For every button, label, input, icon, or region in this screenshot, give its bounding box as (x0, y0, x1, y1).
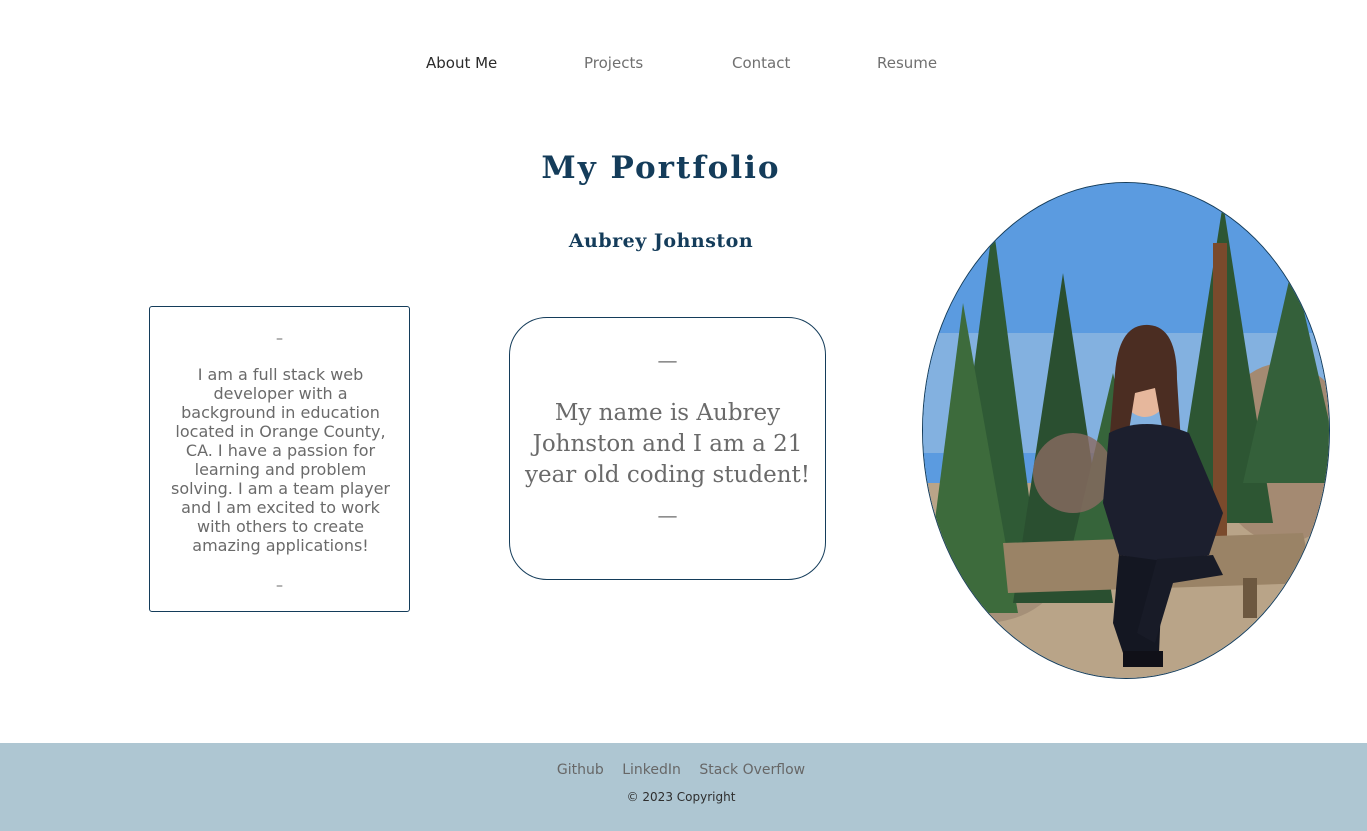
nav-item-contact[interactable]: Contact (732, 54, 790, 72)
divider-dash: — (657, 503, 678, 527)
nav-item-projects[interactable]: Projects (584, 54, 643, 72)
profile-photo (922, 182, 1330, 679)
divider-dash: — (657, 348, 678, 372)
copyright: © 2023 Copyright (626, 790, 736, 804)
footer-link-github[interactable]: Github (557, 762, 604, 778)
footer-link-linkedin[interactable]: LinkedIn (622, 762, 681, 778)
footer-links: Github LinkedIn Stack Overflow (0, 762, 1362, 778)
page: About Me Projects Contact Resume My Port… (0, 0, 1367, 831)
footer-link-stack-overflow[interactable]: Stack Overflow (699, 762, 805, 778)
nav-item-about-me[interactable]: About Me (426, 54, 497, 72)
nav-item-resume[interactable]: Resume (877, 54, 937, 72)
divider-dash: – (276, 331, 283, 347)
profile-photo-illustration (923, 183, 1329, 678)
divider-dash: – (276, 578, 283, 594)
about-card: – I am a full stack web developer with a… (149, 306, 410, 612)
intro-text: My name is Aubrey Johnston and I am a 21… (524, 400, 810, 488)
about-text: I am a full stack web developer with a b… (170, 365, 390, 555)
top-nav: About Me Projects Contact Resume (0, 54, 1367, 76)
intro-card: — My name is Aubrey Johnston and I am a … (509, 317, 826, 580)
page-title: My Portfolio (541, 150, 781, 186)
footer: Github LinkedIn Stack Overflow © 2023 Co… (0, 743, 1367, 831)
